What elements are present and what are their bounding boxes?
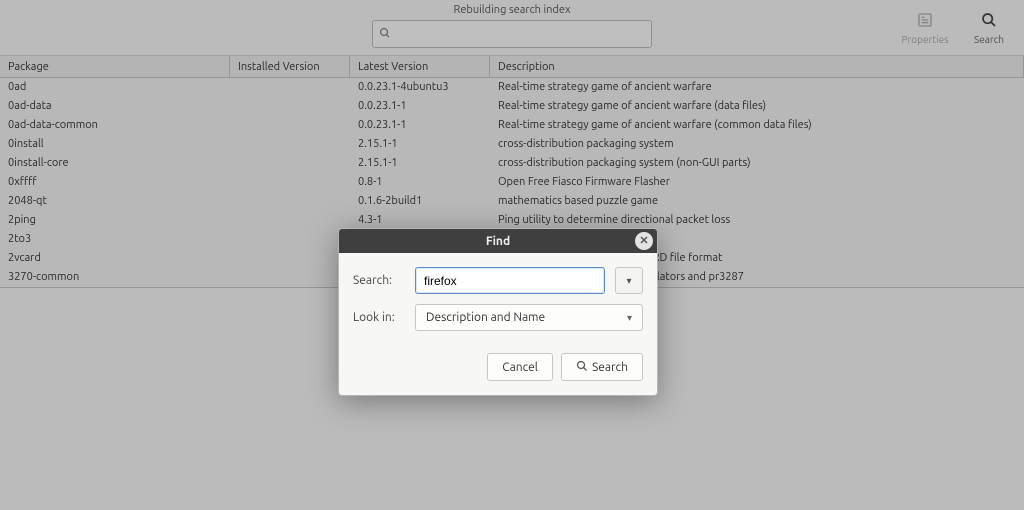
search-icon: [576, 360, 588, 375]
search-history-button[interactable]: ▾: [615, 267, 643, 294]
chevron-down-icon: ▾: [627, 312, 632, 324]
close-button[interactable]: ✕: [635, 232, 653, 250]
search-input[interactable]: [415, 267, 605, 294]
search-submit-button[interactable]: Search: [561, 353, 643, 381]
cancel-button[interactable]: Cancel: [487, 353, 553, 381]
close-icon: ✕: [639, 236, 648, 247]
chevron-down-icon: ▾: [626, 275, 631, 287]
find-dialog: Find ✕ Search: ▾ Look in: Description an…: [338, 228, 658, 396]
search-field-label: Search:: [353, 274, 405, 287]
lookin-select[interactable]: Description and Name ▾: [415, 304, 643, 331]
lookin-field-label: Look in:: [353, 311, 405, 324]
find-dialog-title: Find: [486, 235, 510, 248]
cancel-label: Cancel: [502, 361, 538, 374]
find-dialog-titlebar[interactable]: Find ✕: [339, 229, 657, 253]
lookin-value: Description and Name: [426, 311, 545, 324]
search-submit-label: Search: [592, 361, 628, 374]
